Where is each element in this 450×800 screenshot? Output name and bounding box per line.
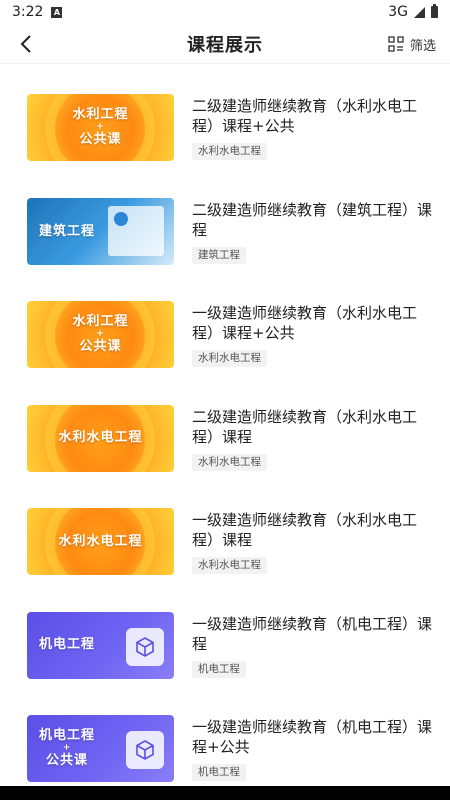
filter-button[interactable]: 筛选 <box>388 24 436 64</box>
system-nav-bar <box>0 786 450 800</box>
cube-icon <box>126 627 164 666</box>
thumbnail-caption: 水利工程 + 公共课 <box>72 107 128 148</box>
course-thumbnail[interactable]: 水利水电工程 <box>27 508 174 575</box>
back-arrow-icon[interactable] <box>14 30 38 58</box>
course-category-tag: 水利水电工程 <box>192 557 267 574</box>
course-thumbnail[interactable]: 建筑工程 <box>27 197 174 265</box>
course-title[interactable]: 二级建造师继续教育（水利水电工程）课程 <box>192 407 450 447</box>
course-category-tag: 水利水电工程 <box>192 143 267 160</box>
thumbnail-caption-line1: 机电工程 <box>39 728 96 743</box>
dashboard-illustration-icon <box>108 205 164 256</box>
thumbnail-caption: 水利水电工程 <box>58 534 142 550</box>
thumbnail-caption-line2: 公共课 <box>79 132 122 147</box>
thumbnail-caption: 水利水电工程 <box>58 430 142 446</box>
course-title[interactable]: 一级建造师继续教育（水利水电工程）课程 <box>192 510 450 550</box>
filter-label: 筛选 <box>409 38 436 54</box>
course-thumbnail[interactable]: 水利工程 + 公共课 <box>27 301 174 368</box>
course-info: 一级建造师继续教育（水利水电工程）课程+公共水利水电工程 <box>192 301 450 367</box>
thumbnail-caption-line2: 公共课 <box>79 339 122 354</box>
thumbnail-caption: 建筑工程 <box>39 224 95 240</box>
thumbnail-caption: 机电工程 + 公共课 <box>39 728 95 769</box>
course-info: 二级建造师继续教育（水利水电工程）课程水利水电工程 <box>192 405 450 471</box>
thumbnail-caption-line2: 公共课 <box>46 753 89 768</box>
course-thumbnail[interactable]: 水利工程 + 公共课 <box>27 94 174 161</box>
course-category-tag: 机电工程 <box>192 660 246 678</box>
course-info: 一级建造师继续教育（水利水电工程）课程水利水电工程 <box>192 508 450 574</box>
thumbnail-caption-plus: + <box>62 743 72 753</box>
status-bar: 3:22 A 3G <box>0 0 450 24</box>
course-category-tag: 水利水电工程 <box>192 350 267 367</box>
app-header: 课程展示 筛选 <box>0 24 450 64</box>
course-item[interactable]: 机电工程 一级建造师继续教育（机电工程）课程 机电工程 <box>0 604 450 708</box>
thumbnail-caption: 水利工程 + 公共课 <box>72 314 128 355</box>
course-title[interactable]: 一级建造师继续教育（机电工程）课程+公共 <box>192 717 450 757</box>
network-type: 3G <box>388 4 408 20</box>
course-thumbnail[interactable]: 机电工程 + 公共课 <box>27 715 174 782</box>
course-title[interactable]: 一级建造师继续教育（水利水电工程）课程+公共 <box>192 303 450 343</box>
status-time: 3:22 <box>12 4 44 20</box>
notification-a-icon: A <box>51 6 63 18</box>
course-info: 二级建造师继续教育（水利水电工程）课程+公共水利水电工程 <box>192 94 450 160</box>
course-info: 一级建造师继续教育（机电工程）课程机电工程 <box>192 612 450 678</box>
course-category-tag: 建筑工程 <box>192 246 246 264</box>
battery-icon <box>431 4 438 18</box>
course-category-tag: 机电工程 <box>192 764 246 781</box>
course-title[interactable]: 二级建造师继续教育（建筑工程）课程 <box>192 200 450 240</box>
course-item[interactable]: 水利工程 + 公共课 一级建造师继续教育（水利水电工程）课程+公共水利水电工程 <box>0 293 450 397</box>
course-item[interactable]: 水利工程 + 公共课 二级建造师继续教育（水利水电工程）课程+公共水利水电工程 <box>0 86 450 190</box>
filter-grid-icon <box>388 36 404 52</box>
thumbnail-caption: 机电工程 <box>39 637 95 653</box>
course-item[interactable]: 建筑工程 二级建造师继续教育（建筑工程）课程 建筑工程 <box>0 190 450 294</box>
course-thumbnail[interactable]: 水利水电工程 <box>27 404 174 472</box>
course-item[interactable]: 水利水电工程 一级建造师继续教育（水利水电工程）课程 水利水电工程 <box>0 500 450 604</box>
course-info: 一级建造师继续教育（机电工程）课程+公共机电工程 <box>192 715 450 781</box>
thumbnail-caption-plus: + <box>96 329 105 339</box>
cube-icon <box>126 731 164 769</box>
course-thumbnail[interactable]: 机电工程 <box>27 611 174 679</box>
course-item[interactable]: 水利水电工程 二级建造师继续教育（水利水电工程）课程 水利水电工程 <box>0 397 450 501</box>
thumbnail-caption-line1: 水利工程 <box>72 107 129 122</box>
thumbnail-caption-line1: 水利水电工程 <box>58 533 143 549</box>
thumbnail-caption-line1: 水利水电工程 <box>58 430 143 445</box>
signal-icon <box>414 6 425 18</box>
thumbnail-caption-line1: 水利工程 <box>72 314 129 329</box>
course-info: 二级建造师继续教育（建筑工程）课程建筑工程 <box>192 198 450 264</box>
thumbnail-caption-line1: 机电工程 <box>39 637 96 652</box>
course-title[interactable]: 一级建造师继续教育（机电工程）课程 <box>192 614 450 654</box>
course-list: 水利工程 + 公共课 二级建造师继续教育（水利水电工程）课程+公共 水利水电工程 建筑工程… <box>0 64 450 800</box>
course-category-tag: 水利水电工程 <box>192 453 267 471</box>
thumbnail-caption-line1: 建筑工程 <box>39 223 96 239</box>
thumbnail-caption-plus: + <box>96 122 105 132</box>
course-title[interactable]: 二级建造师继续教育（水利水电工程）课程+公共 <box>192 96 450 136</box>
page-title: 课程展示 <box>187 34 263 56</box>
